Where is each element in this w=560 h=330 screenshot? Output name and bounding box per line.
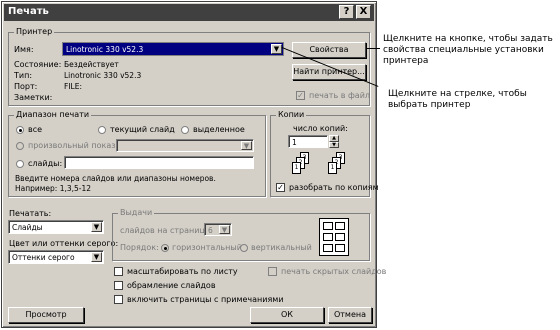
per-page-value: 6 — [208, 226, 213, 235]
printer-group-label: Принтер — [14, 27, 55, 36]
printer-name-label: Имя: — [14, 45, 34, 54]
handouts-label: Выдачи — [118, 208, 155, 217]
slides-input[interactable] — [64, 156, 254, 169]
order-horizontal-label: горизонтальный — [172, 243, 242, 252]
order-horizontal-radio[interactable] — [161, 244, 169, 252]
range-selection-radio[interactable] — [181, 126, 189, 134]
print-what-select[interactable]: Слайды ▼ — [8, 220, 104, 234]
chevron-down-icon[interactable]: ▼ — [241, 141, 252, 150]
type-value: Linotronic 330 v52.3 — [64, 71, 142, 80]
properties-callout-text: Щелкните на кнопке, чтобы задать свойств… — [383, 34, 553, 66]
range-current-label: текущий слайд — [110, 125, 175, 134]
copies-count-value: 1 — [292, 138, 297, 147]
collate-label: разобрать по копиям — [289, 183, 379, 192]
per-page-select[interactable]: 6 ▼ — [204, 223, 232, 236]
custom-show-select[interactable]: ▼ — [116, 139, 254, 152]
comment-label: Заметки: — [14, 93, 53, 102]
copies-label: Копии — [276, 110, 307, 119]
ok-button[interactable]: ОК — [250, 307, 324, 323]
preview-button[interactable]: Просмотр — [8, 307, 84, 323]
scale-to-fit-label: масштабировать по листу — [127, 267, 238, 276]
print-to-file-checkbox[interactable]: ✓ — [296, 91, 305, 100]
cancel-button[interactable]: Отмена — [328, 307, 372, 323]
order-vertical-label: вертикальный — [251, 243, 312, 252]
include-comments-checkbox[interactable] — [114, 295, 123, 304]
include-comments-label: включить страницы с примечаниями — [127, 295, 284, 304]
chevron-down-icon[interactable]: ▼ — [91, 252, 102, 262]
help-button[interactable]: ? — [339, 5, 354, 19]
range-custom-radio[interactable] — [16, 142, 24, 150]
scale-to-fit-checkbox[interactable] — [114, 267, 123, 276]
status-value: Бездействует — [64, 60, 119, 69]
range-custom-label: произвольный показ: — [28, 141, 119, 150]
copies-count-input[interactable]: 1 — [288, 135, 328, 148]
color-select[interactable]: Оттенки серого ▼ — [8, 250, 104, 264]
port-value: FILE: — [64, 82, 82, 91]
dialog-title: Печать — [8, 6, 49, 17]
order-label: Порядок: — [120, 243, 159, 252]
type-label: Тип: — [14, 71, 33, 80]
frame-slides-label: обрамление слайдов — [127, 281, 216, 290]
title-bar: Печать ? X — [4, 4, 374, 21]
per-page-label: слайдов на странице: — [120, 226, 213, 235]
print-dialog: Печать ? X Принтер Имя: Linotronic 330 v… — [1, 1, 386, 328]
spin-down-icon[interactable]: ▼ — [329, 142, 339, 148]
arrow-callout-text: Щелкните на стрелке, чтобы выбрать принт… — [388, 89, 527, 110]
range-slides-label: слайды: — [28, 159, 63, 168]
range-current-radio[interactable] — [98, 126, 106, 134]
range-all-label: все — [28, 125, 43, 134]
range-selection-label: выделенное — [193, 125, 245, 134]
print-what-value: Слайды — [12, 223, 43, 232]
collate-checkbox[interactable]: ✓ — [276, 183, 285, 192]
print-what-label: Печатать: — [9, 209, 52, 218]
chevron-down-icon[interactable]: ▼ — [271, 44, 282, 54]
status-label: Состояние: — [14, 60, 62, 69]
chevron-down-icon[interactable]: ▼ — [219, 225, 230, 234]
color-value: Оттенки серого — [12, 253, 75, 262]
range-hint: Введите номера слайдов или диапазоны ном… — [15, 174, 216, 193]
port-label: Порт: — [14, 82, 38, 91]
hidden-slides-label: печать скрытых слайдов — [281, 267, 387, 276]
range-slides-radio[interactable] — [16, 160, 24, 168]
range-all-radio[interactable] — [16, 126, 24, 134]
handout-layout-icon — [319, 218, 349, 256]
order-vertical-radio[interactable] — [240, 244, 248, 252]
printer-name-value: Linotronic 330 v52.3 — [66, 45, 144, 54]
hidden-slides-checkbox[interactable] — [268, 267, 277, 276]
color-label: Цвет или оттенки серого: — [9, 239, 119, 248]
frame-slides-checkbox[interactable] — [114, 281, 123, 290]
copies-count-label: число копий: — [293, 124, 348, 133]
print-to-file-label: печать в файл — [309, 91, 371, 100]
chevron-down-icon[interactable]: ▼ — [91, 222, 102, 232]
close-button[interactable]: X — [356, 5, 371, 19]
printer-name-select[interactable]: Linotronic 330 v52.3 ▼ — [62, 42, 284, 56]
print-range-label: Диапазон печати — [14, 110, 92, 119]
spin-up-icon[interactable]: ▲ — [329, 135, 339, 142]
properties-callout-line — [366, 48, 380, 49]
